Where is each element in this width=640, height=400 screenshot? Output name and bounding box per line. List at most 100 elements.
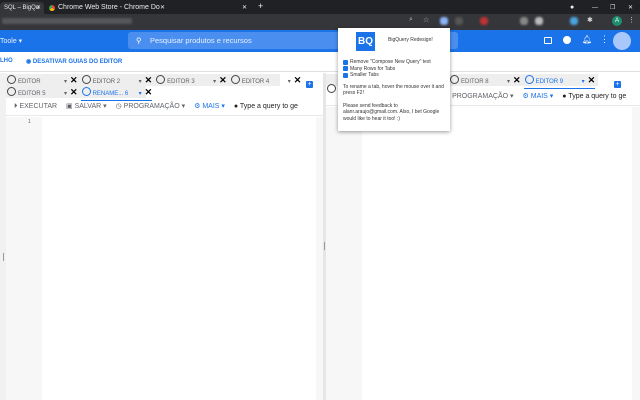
checkbox-checked[interactable] (343, 59, 348, 65)
query-icon (7, 75, 16, 84)
close-window-button[interactable]: ✕ (624, 2, 633, 14)
bq-logo: BQ (356, 32, 375, 51)
cloud-shell-icon[interactable] (544, 37, 552, 44)
query-toolbar: ⏵ EXECUTAR ▣ SALVAR ▾ ◷ PROGRAMAÇÃO ▾ ⚙ … (6, 97, 323, 116)
account-avatar[interactable] (613, 32, 631, 50)
close-tab-icon[interactable]: ✕ (145, 75, 153, 85)
chrome-icon (49, 5, 55, 11)
extensions-puzzle-icon[interactable]: ✱ (587, 16, 593, 24)
editor-subbar: LHO ◉ DESATIVAR GUIAS DO EDITOR (0, 52, 640, 72)
query-icon (156, 75, 166, 84)
browser-tab[interactable]: Chrome Web Store - Chrome Do ✕ (46, 2, 168, 14)
checkbox-checked[interactable] (343, 66, 348, 72)
profile-menu-icon[interactable]: ● (566, 2, 574, 14)
search-icon: ⚲ (136, 36, 142, 45)
more-options-icon[interactable]: ⋮ (600, 34, 609, 45)
button-label: DESATIVAR GUIAS DO EDITOR (32, 59, 123, 65)
close-tab-icon[interactable]: ✕ (145, 87, 153, 97)
tab-title: Chrome Web Store - Chrome Do (58, 4, 160, 11)
run-button[interactable]: ⏵ EXECUTAR (14, 103, 57, 110)
address-bar[interactable] (0, 14, 640, 30)
add-tab-button[interactable]: + (306, 81, 313, 88)
line-gutter: 1 (6, 117, 42, 400)
query-icon (230, 75, 240, 84)
avatar[interactable]: A (612, 16, 622, 26)
help-icon[interactable] (563, 36, 571, 44)
button-label: PROGRAMAÇÃO (452, 93, 509, 100)
browser-tab[interactable]: SQL – BigQu ✕ (0, 2, 44, 14)
close-tab-icon[interactable]: ✕ (588, 75, 596, 85)
rename-hint: To rename a tab, hover the mouse over it… (343, 83, 444, 97)
option-smaller-tabs[interactable]: Smaller Tabs (343, 72, 450, 79)
extension-icon[interactable] (570, 17, 578, 25)
bookmark-star-icon[interactable]: ☆ (423, 16, 429, 24)
query-hint: ● Type a query to ge (562, 93, 627, 100)
extension-icon[interactable] (455, 17, 463, 25)
schedule-button[interactable]: ◷ PROGRAMAÇÃO ▾ (116, 103, 186, 110)
line-number: 1 (28, 119, 31, 125)
editor-scrollbar[interactable] (316, 117, 323, 400)
minimize-button[interactable]: — (588, 2, 598, 14)
extension-icon[interactable] (480, 17, 488, 25)
search-placeholder: Pesquisar produtos e recursos (150, 36, 252, 45)
more-button[interactable]: ⚙ MAIS ▾ (523, 93, 554, 100)
feedback-text: Please send feedback to alanr.araujo@gma… (343, 102, 440, 122)
logo-text: BQ (358, 36, 373, 47)
url-text (2, 18, 132, 24)
extension-popup: BQ BigQuery Redesign! Remove "Compose Ne… (338, 28, 450, 131)
notifications-bell-icon[interactable]: 🔔︎ (582, 35, 592, 44)
query-icon (81, 87, 91, 96)
checkbox-checked[interactable] (343, 72, 348, 78)
close-icon[interactable]: ✕ (36, 2, 41, 14)
button-label: EXECUTAR (19, 103, 58, 110)
chrome-menu-icon[interactable]: ⋮ (628, 16, 635, 24)
query-icon (524, 75, 534, 84)
extension-icon[interactable] (520, 17, 528, 25)
query-icon (7, 87, 16, 96)
resize-handle[interactable] (324, 242, 325, 250)
hint-text: Type a query to ge (239, 103, 298, 110)
bigquery-redesign-extension-icon[interactable] (440, 17, 448, 25)
new-tab-button[interactable]: + (254, 0, 263, 12)
editor-scrollbar[interactable] (632, 107, 640, 400)
button-label: PROGRAMAÇÃO (123, 103, 180, 110)
tab-label: EDITOR 3 (167, 79, 195, 85)
zoom-icon[interactable]: ⌕ (409, 16, 413, 24)
close-tab-icon[interactable]: ✕ (219, 75, 227, 85)
more-button[interactable]: ⚙ MAIS ▾ (194, 103, 225, 110)
query-hint: ● Type a query to ge (233, 103, 298, 110)
close-icon[interactable]: ✕ (160, 2, 165, 14)
disable-editor-guides-button[interactable]: ◉ DESATIVAR GUIAS DO EDITOR (26, 58, 122, 65)
editor-tab[interactable]: EDITOR 3 ▾ ✕ (155, 74, 227, 88)
close-tab-icon[interactable]: ✕ (294, 75, 302, 85)
line-gutter (326, 107, 362, 400)
sql-editor[interactable] (42, 117, 316, 400)
project-selector[interactable]: Toole ▾ (0, 37, 22, 45)
save-button[interactable]: ▣ SALVAR ▾ (66, 103, 107, 110)
truncated-link[interactable]: LHO (0, 58, 13, 64)
editor-tab[interactable]: EDITOR 4 ▾ ✕ (230, 74, 302, 88)
hint-text: Type a query to ge (568, 93, 627, 100)
query-icon (81, 75, 91, 84)
tab-title: SQL – BigQu (4, 5, 40, 11)
browser-tab-strip: SQL – BigQu ✕ Chrome Web Store - Chrome D… (0, 0, 640, 14)
button-label: MAIS (530, 93, 548, 100)
browser-tab[interactable]: ✕ (170, 2, 250, 14)
button-label: MAIS (202, 103, 220, 110)
option-label: Smaller Tabs (350, 72, 379, 78)
close-tab-icon[interactable]: ✕ (513, 75, 521, 85)
schedule-button[interactable]: ◷ PROGRAMAÇÃO ▾ (444, 93, 514, 100)
close-tab-icon[interactable]: ✕ (70, 75, 78, 85)
tab-label: EDITOR 4 (241, 79, 270, 85)
eye-off-icon: ◉ (26, 59, 33, 65)
query-icon (450, 75, 459, 84)
close-icon[interactable]: ✕ (242, 2, 247, 14)
editor-tab-row: EDITOR ▾ ✕ EDITOR 2 ▾ ✕ EDITOR 3 ▾ ✕ EDITOR 4 ▾ ✕ (6, 74, 301, 88)
extension-icon[interactable] (535, 17, 543, 25)
button-label: SALVAR (74, 103, 102, 110)
resize-handle[interactable] (3, 253, 4, 261)
restore-button[interactable]: ❐ (606, 2, 615, 14)
close-tab-icon[interactable]: ✕ (70, 87, 78, 97)
project-name: Toole (0, 38, 17, 45)
editor-tab[interactable]: EDITOR 8 ▾ ✕ (449, 74, 521, 88)
